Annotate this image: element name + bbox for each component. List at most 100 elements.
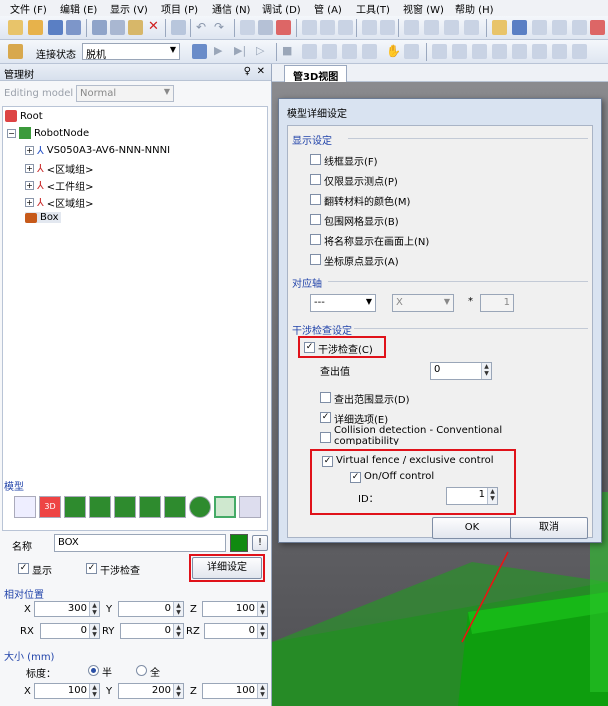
tool28-icon[interactable] <box>532 44 547 59</box>
origin-checkbox[interactable] <box>310 254 321 265</box>
interference-checkbox[interactable]: ✓ <box>86 563 97 574</box>
tool30-icon[interactable] <box>572 44 587 59</box>
menu-file[interactable]: 文件 (F) <box>10 1 47 16</box>
stop-icon[interactable]: ■ <box>282 44 297 59</box>
size-z-field[interactable]: 100 ▲ ▼ <box>202 683 268 699</box>
pos-rz-field[interactable]: 0 ▲ ▼ <box>204 623 268 639</box>
tool5-icon[interactable] <box>320 20 335 35</box>
size-y-field[interactable]: 200 ▲ ▼ <box>118 683 184 699</box>
cylinder-shape-icon[interactable] <box>139 496 161 518</box>
tool10-icon[interactable] <box>424 20 439 35</box>
pos-z-field[interactable]: 100 ▲ ▼ <box>202 601 268 617</box>
connect-icon[interactable] <box>8 44 23 59</box>
tree-item-zone-group-1[interactable]: + ⅄ <区域组> <box>25 161 94 176</box>
menu-debug[interactable]: 调试 (D) <box>262 1 301 16</box>
spinner-icon[interactable]: ▲ ▼ <box>257 684 267 698</box>
tool22-icon[interactable] <box>404 44 419 59</box>
name-field[interactable]: BOX <box>54 534 226 552</box>
interference-check-checkbox[interactable]: ✓ <box>304 342 315 353</box>
spinner-icon[interactable]: ▲ ▼ <box>257 602 267 616</box>
full-radio[interactable] <box>136 665 147 676</box>
tool18-icon[interactable] <box>590 20 605 35</box>
menu-view[interactable]: 显示 (V) <box>110 1 148 16</box>
axis-x-select[interactable]: X ▼ <box>392 294 454 312</box>
spinner-icon[interactable]: ▲ ▼ <box>89 624 99 638</box>
close-icon[interactable]: ✕ <box>257 66 265 77</box>
3d-shape-icon[interactable]: 3D <box>39 496 61 518</box>
pos-rx-field[interactable]: 0 ▲ ▼ <box>40 623 100 639</box>
tool25-icon[interactable] <box>472 44 487 59</box>
misc-shape-icon[interactable] <box>239 496 261 518</box>
id-field[interactable]: 1 ▲ ▼ <box>446 487 498 505</box>
spinner-icon[interactable]: ▲ ▼ <box>173 602 183 616</box>
tree-item-robotnode[interactable]: − RobotNode <box>7 127 89 139</box>
tree-item-work-group[interactable]: + ⅄ <工件组> <box>25 178 94 193</box>
axis-shape-icon[interactable] <box>14 496 36 518</box>
sphere-shape-icon[interactable] <box>189 496 211 518</box>
tool8-icon[interactable] <box>380 20 395 35</box>
menu-window[interactable]: 视窗 (W) <box>403 1 444 16</box>
editing-model-select[interactable]: Normal ▼ <box>76 85 174 102</box>
axis-number-field[interactable]: 1 <box>480 294 514 312</box>
half-radio[interactable] <box>88 665 99 676</box>
tool11-icon[interactable] <box>444 20 459 35</box>
detail-option-checkbox[interactable]: ✓ <box>320 412 331 423</box>
tool6-icon[interactable] <box>338 20 353 35</box>
color-button[interactable]: ! <box>252 535 268 551</box>
open-icon[interactable] <box>28 20 43 35</box>
wireframe-checkbox[interactable] <box>310 154 321 165</box>
tool21-icon[interactable] <box>362 44 377 59</box>
spinner-icon[interactable]: ▲ ▼ <box>89 684 99 698</box>
tool20-icon[interactable] <box>342 44 357 59</box>
step-icon[interactable]: ▶| <box>234 44 249 59</box>
find-icon[interactable] <box>171 20 186 35</box>
virtual-fence-checkbox[interactable]: ✓ <box>322 456 333 467</box>
expand-icon[interactable]: + <box>25 198 34 207</box>
expand-icon[interactable]: + <box>25 181 34 190</box>
expand-icon[interactable]: + <box>25 146 34 155</box>
step2-icon[interactable]: ▷ <box>256 44 271 59</box>
tool16-icon[interactable] <box>552 20 567 35</box>
play-icon[interactable]: ▶ <box>214 44 229 59</box>
pos-x-field[interactable]: 300 ▲ ▼ <box>34 601 100 617</box>
tool3-icon[interactable] <box>276 20 291 35</box>
tool12-icon[interactable] <box>464 20 479 35</box>
cut-icon[interactable] <box>92 20 107 35</box>
cone-shape-icon[interactable] <box>114 496 136 518</box>
ok-button[interactable]: OK <box>432 517 512 539</box>
points-only-checkbox[interactable] <box>310 174 321 185</box>
expand-icon[interactable]: + <box>25 164 34 173</box>
pin-icon[interactable]: ♀ <box>244 66 251 77</box>
conn-status-select[interactable]: 脱机 ▼ <box>82 43 180 61</box>
color-swatch[interactable] <box>230 534 248 552</box>
tool24-icon[interactable] <box>452 44 467 59</box>
tool19-icon[interactable] <box>322 44 337 59</box>
copy-icon[interactable] <box>110 20 125 35</box>
axis-select[interactable]: --- ▼ <box>310 294 376 312</box>
tree-item-box[interactable]: Box <box>25 212 61 223</box>
prism-shape-icon[interactable] <box>89 496 111 518</box>
transfer-icon[interactable] <box>192 44 207 59</box>
menu-edit[interactable]: 编辑 (E) <box>60 1 97 16</box>
spinner-icon[interactable]: ▲ ▼ <box>173 684 183 698</box>
tool29-icon[interactable] <box>552 44 567 59</box>
menu-comm[interactable]: 通信 (N) <box>212 1 250 16</box>
menu-project[interactable]: 项目 (P) <box>161 1 198 16</box>
show-name-checkbox[interactable] <box>310 234 321 245</box>
range-show-checkbox[interactable] <box>320 392 331 403</box>
tab-3d-view[interactable]: 管3D视图 <box>284 65 348 83</box>
pos-y-field[interactable]: 0 ▲ ▼ <box>118 601 184 617</box>
tool7-icon[interactable] <box>362 20 377 35</box>
tool17-icon[interactable] <box>572 20 587 35</box>
spinner-icon[interactable]: ▲ ▼ <box>89 602 99 616</box>
tool2-icon[interactable] <box>258 20 273 35</box>
delete-icon[interactable]: ✕ <box>146 20 161 35</box>
tool-icon[interactable] <box>240 20 255 35</box>
save-all-icon[interactable] <box>66 20 81 35</box>
bounding-mesh-checkbox[interactable] <box>310 214 321 225</box>
menu-tools[interactable]: 工具(T) <box>356 1 390 16</box>
hand-icon[interactable]: ✋ <box>386 44 401 59</box>
spinner-icon[interactable]: ▲ ▼ <box>487 488 497 504</box>
grid-shape-icon[interactable] <box>214 496 236 518</box>
tool14-icon[interactable] <box>512 20 527 35</box>
